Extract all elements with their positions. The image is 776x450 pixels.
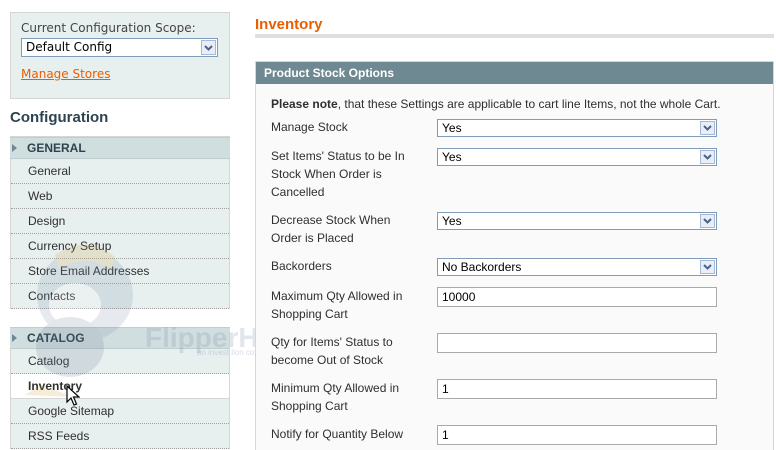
out-of-stock-qty-input[interactable]: [437, 333, 717, 353]
decrease-stock-select[interactable]: Yes: [437, 212, 717, 230]
manage-stores-link[interactable]: Manage Stores: [21, 67, 110, 81]
scope-select-value: Default Config: [26, 40, 113, 54]
scope-switcher: Current Configuration Scope: Default Con…: [10, 12, 230, 99]
section-general-label: GENERAL: [27, 141, 86, 155]
chevron-down-icon: [700, 121, 715, 135]
max-qty-input[interactable]: 10000: [437, 287, 717, 307]
manage-stock-label: Manage Stock: [271, 120, 348, 134]
set-items-status-label: Set Items' Status to be In Stock When Or…: [271, 149, 405, 199]
manage-stock-select[interactable]: Yes: [437, 119, 717, 137]
manage-stock-value: Yes: [442, 121, 462, 135]
scope-label: Current Configuration Scope:: [21, 21, 196, 35]
backorders-label: Backorders: [271, 259, 332, 273]
settings-note: Please note, that these Settings are app…: [271, 97, 721, 111]
set-items-status-select[interactable]: Yes: [437, 148, 717, 166]
decrease-stock-label: Decrease Stock When Order is Placed: [271, 213, 391, 245]
configuration-title: Configuration: [10, 99, 230, 137]
main-content: Inventory Product Stock Options Please n…: [255, 12, 776, 450]
chevron-down-icon: [700, 214, 715, 228]
product-stock-options-fieldset: Product Stock Options Please note, that …: [255, 61, 774, 450]
nav-item-web[interactable]: Web: [11, 184, 229, 209]
backorders-select[interactable]: No Backorders: [437, 258, 717, 276]
note-bold: Please note: [271, 97, 338, 111]
notify-qty-label: Notify for Quantity Below: [271, 427, 404, 441]
mouse-cursor-icon: [66, 385, 80, 406]
chevron-down-icon: [201, 40, 216, 55]
set-items-status-value: Yes: [442, 150, 462, 164]
nav-item-rss-feeds[interactable]: RSS Feeds: [11, 424, 229, 449]
chevron-down-icon: [700, 260, 715, 274]
out-of-stock-qty-label: Qty for Items' Status to become Out of S…: [271, 335, 393, 367]
min-qty-label: Minimum Qty Allowed in Shopping Cart: [271, 381, 400, 413]
backorders-value: No Backorders: [442, 260, 522, 274]
min-qty-input[interactable]: 1: [437, 379, 717, 399]
mascot-watermark-icon: [25, 244, 133, 397]
fieldset-header[interactable]: Product Stock Options: [256, 62, 773, 84]
nav-item-general[interactable]: General: [11, 159, 229, 184]
section-general[interactable]: GENERAL: [10, 137, 230, 159]
decrease-stock-value: Yes: [442, 214, 462, 228]
note-text: , that these Settings are applicable to …: [337, 97, 721, 111]
chevron-down-icon: [700, 150, 715, 164]
notify-qty-input[interactable]: 1: [437, 425, 717, 445]
scope-select[interactable]: Default Config: [21, 38, 218, 57]
expand-triangle-icon: [12, 144, 17, 152]
nav-item-design[interactable]: Design: [11, 209, 229, 234]
page-title: Inventory: [255, 12, 774, 38]
nav-item-google-sitemap[interactable]: Google Sitemap: [11, 399, 229, 424]
max-qty-label: Maximum Qty Allowed in Shopping Cart: [271, 289, 403, 321]
